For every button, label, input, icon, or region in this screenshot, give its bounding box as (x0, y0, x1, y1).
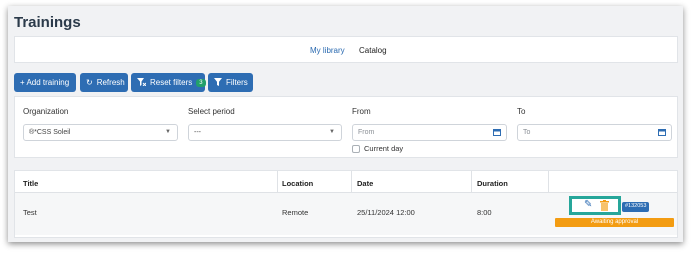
period-select[interactable]: --- ▼ (188, 124, 342, 141)
reset-filters-label: Reset filters (150, 78, 193, 87)
period-value: --- (194, 129, 201, 136)
chevron-down-icon: ▼ (329, 129, 335, 135)
row-actions: ✎ (569, 196, 621, 215)
reset-filters-count-badge: 3 (196, 78, 206, 87)
column-divider (548, 171, 549, 193)
page-title: Trainings (14, 14, 81, 31)
filters-panel: Organization Select period From To ®*CSS… (14, 96, 678, 158)
filters-button[interactable]: Filters (208, 73, 253, 92)
column-header-location[interactable]: Location (282, 179, 313, 188)
column-divider (351, 171, 352, 193)
calendar-icon (658, 129, 666, 136)
cell-title: Test (23, 208, 37, 217)
filter-icon (214, 77, 222, 88)
calendar-icon (493, 129, 501, 136)
filter-reset-icon (137, 77, 147, 88)
table-header: Title Location Date Duration (15, 171, 677, 193)
to-date-input[interactable]: To (517, 124, 672, 141)
trainings-panel: Trainings My library Catalog + Add train… (8, 6, 683, 242)
chevron-down-icon: ▼ (165, 129, 171, 135)
status-badge: Awaiting approval (555, 218, 674, 227)
cell-duration: 8:00 (477, 208, 492, 217)
column-header-date[interactable]: Date (357, 179, 373, 188)
edit-pencil-icon[interactable]: ✎ (584, 200, 592, 210)
table-row[interactable]: Test Remote 25/11/2024 12:00 8:00 ✎ #132… (15, 193, 677, 235)
column-divider (471, 171, 472, 193)
refresh-icon: ↻ (86, 77, 93, 87)
refresh-button[interactable]: ↻ Refresh (80, 73, 128, 92)
from-placeholder: From (358, 129, 375, 136)
organization-select[interactable]: ®*CSS Soleil ▼ (23, 124, 178, 141)
current-day-checkbox[interactable] (352, 144, 360, 153)
current-day-label: Current day (364, 144, 404, 153)
filters-label: Filters (226, 78, 248, 87)
reset-filters-button[interactable]: Reset filters 3 (131, 73, 206, 92)
tab-bar: My library Catalog (14, 36, 678, 63)
cell-date: 25/11/2024 12:00 (357, 208, 415, 217)
trash-icon[interactable] (600, 200, 609, 211)
cell-location: Remote (282, 208, 309, 217)
tab-catalog[interactable]: Catalog (359, 46, 387, 55)
to-label: To (517, 107, 526, 116)
tab-my-library[interactable]: My library (310, 46, 345, 55)
organization-value: ®*CSS Soleil (29, 129, 71, 136)
column-header-title[interactable]: Title (23, 179, 38, 188)
to-placeholder: To (523, 129, 531, 136)
period-label: Select period (188, 107, 235, 116)
from-label: From (352, 107, 371, 116)
from-date-input[interactable]: From (352, 124, 507, 141)
add-training-button[interactable]: + Add training (14, 73, 76, 92)
add-training-label: + Add training (20, 78, 70, 87)
trainings-table: Title Location Date Duration Test Remote… (14, 170, 678, 238)
column-divider (277, 171, 278, 193)
current-day-toggle[interactable]: Current day (352, 144, 403, 153)
organization-label: Organization (23, 107, 69, 116)
training-id-badge[interactable]: #132053 (622, 202, 650, 212)
column-header-duration[interactable]: Duration (477, 179, 508, 188)
refresh-label: Refresh (96, 78, 125, 87)
